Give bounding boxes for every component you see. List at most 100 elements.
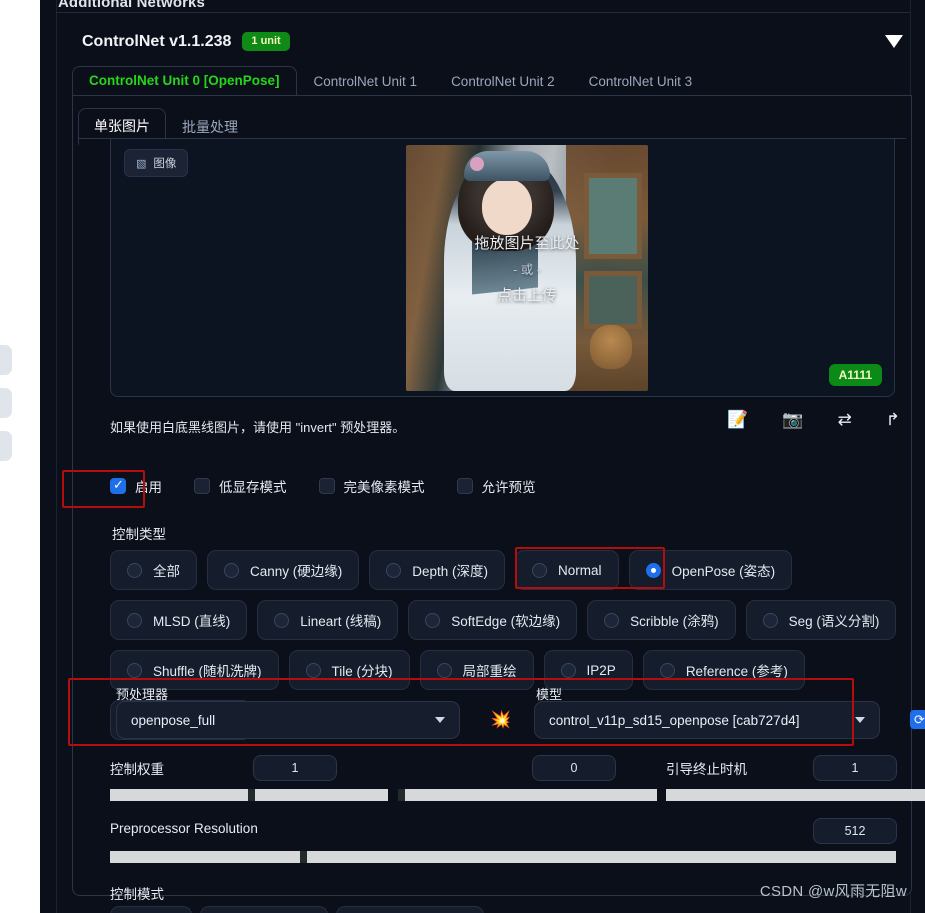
radio-reference[interactable]: Reference (参考) — [642, 650, 805, 690]
checkbox-low-vram-box[interactable] — [194, 478, 210, 494]
controlnet-header: ControlNet v1.1.238 1 unit — [82, 32, 290, 52]
control-weight-slider-fill[interactable] — [110, 789, 248, 801]
model-select[interactable]: control_v11p_sd15_openpose [cab727d4] — [534, 701, 880, 739]
radio-label: Shuffle (随机洗牌) — [153, 664, 262, 679]
preprocessor-value: openpose_full — [131, 712, 216, 728]
edit-note-icon[interactable]: 📝 — [727, 411, 748, 428]
radio-mlsd[interactable]: MLSD (直线) — [110, 600, 248, 640]
checkbox-low-vram-label: 低显存模式 — [219, 480, 287, 495]
control-mode-option-1[interactable] — [110, 906, 192, 913]
edge-tab-3[interactable] — [0, 431, 12, 461]
options-checkbox-row: 启用 低显存模式 完美像素模式 允许预览 — [110, 476, 536, 496]
radio-label: Reference (参考) — [685, 664, 788, 679]
radio-lineart[interactable]: Lineart (线稿) — [257, 600, 399, 640]
explosion-icon[interactable]: 💥 — [490, 710, 511, 730]
checkbox-pixel-perfect-box[interactable] — [318, 478, 335, 494]
radio-dot-icon — [425, 612, 441, 628]
guidance-end-slider-fill[interactable] — [666, 789, 925, 801]
image-chip: ▧ 图像 — [124, 149, 189, 177]
radio-label: Depth (深度) — [412, 564, 489, 579]
control-weight-slider-rest[interactable] — [255, 789, 388, 801]
checkbox-allow-preview-box[interactable] — [456, 478, 473, 494]
edge-tab-2[interactable] — [0, 388, 12, 418]
tab-controlnet-unit-0[interactable]: ControlNet Unit 0 [OpenPose] — [72, 66, 297, 96]
radio-tile[interactable]: Tile (分块) — [288, 650, 410, 690]
radio-label: OpenPose (姿态) — [671, 564, 776, 579]
chevron-down-icon — [435, 717, 445, 723]
invert-hint-row: 如果使用白底黑线图片，请使用 "invert" 预处理器。 📝 📷 ⇄ ↱ — [110, 411, 900, 455]
tab-controlnet-unit-2[interactable]: ControlNet Unit 2 — [434, 67, 572, 96]
checkbox-low-vram[interactable]: 低显存模式 — [194, 476, 287, 496]
checkbox-allow-preview-label: 允许预览 — [481, 480, 536, 495]
swap-arrows-icon[interactable]: ⇄ — [838, 411, 852, 428]
control-mode-label: 控制模式 — [110, 887, 164, 902]
radio-openpose[interactable]: OpenPose (姿态) — [628, 550, 793, 590]
radio-label: MLSD (直线) — [153, 614, 231, 629]
checkbox-allow-preview[interactable]: 允许预览 — [456, 476, 536, 496]
guidance-start-value[interactable]: 0 — [532, 755, 616, 781]
image-drop-area[interactable]: ▧ 图像 拖放图片至此处 - 或 - 点击上传 A1111 — [110, 139, 895, 397]
preprocessor-resolution-slider-rest[interactable] — [307, 851, 896, 863]
radio-label: Normal — [558, 562, 602, 578]
radio-depth[interactable]: Depth (深度) — [369, 550, 506, 590]
unit-tabs-underline — [72, 95, 912, 96]
webui-panel: Additional Networks ControlNet v1.1.238 … — [40, 0, 925, 913]
radio-inpaint[interactable]: 局部重绘 — [419, 650, 534, 690]
refresh-icon[interactable]: ⟳ — [910, 710, 925, 729]
guidance-start-slider-handle[interactable] — [398, 789, 405, 801]
checkbox-pixel-perfect-label: 完美像素模式 — [343, 480, 425, 495]
tab-controlnet-unit-3[interactable]: ControlNet Unit 3 — [572, 67, 710, 96]
invert-hint-text: 如果使用白底黑线图片，请使用 "invert" 预处理器。 — [110, 420, 406, 435]
watermark-text: CSDN @w风雨无阻w — [759, 883, 907, 900]
checkbox-enable[interactable]: 启用 — [110, 476, 162, 496]
radio-label: 全部 — [153, 564, 180, 579]
guidance-end-label: 引导终止时机 — [666, 762, 747, 777]
control-mode-option-2[interactable] — [200, 906, 328, 913]
control-mode-option-3[interactable] — [336, 906, 484, 913]
radio-dot-icon — [386, 562, 402, 578]
radio-label: Scribble (涂鸦) — [630, 614, 719, 629]
screenshot-root: Additional Networks ControlNet v1.1.238 … — [0, 0, 925, 913]
checkbox-enable-box[interactable] — [110, 477, 126, 494]
radio-dot-icon — [127, 662, 142, 678]
guidance-end-value[interactable]: 1 — [813, 755, 897, 781]
radio-canny[interactable]: Canny (硬边缘) — [207, 550, 360, 590]
radio-label: 局部重绘 — [462, 664, 517, 679]
radio-label: Seg (语义分割) — [788, 614, 880, 629]
preprocessor-resolution-slider-fill[interactable] — [110, 851, 300, 863]
radio-dot-icon — [436, 662, 452, 678]
radio-dot-icon — [224, 562, 239, 578]
browser-left-strip — [0, 0, 40, 913]
preprocessor-select[interactable]: openpose_full — [116, 701, 460, 739]
chevron-down-icon[interactable] — [885, 35, 903, 48]
radio-normal[interactable]: Normal — [515, 550, 619, 590]
control-weight-value[interactable]: 1 — [253, 755, 337, 781]
radio-dot-icon — [305, 662, 321, 678]
radio-scribble[interactable]: Scribble (涂鸦) — [587, 600, 736, 640]
tab-controlnet-unit-1[interactable]: ControlNet Unit 1 — [297, 67, 435, 96]
drop-hint-upload[interactable]: 点击上传 — [497, 284, 557, 305]
radio-label: Canny (硬边缘) — [250, 564, 343, 579]
radio-seg[interactable]: Seg (语义分割) — [745, 600, 897, 640]
image-icon: ▧ — [136, 157, 147, 170]
radio-softedge[interactable]: SoftEdge (软边缘) — [408, 600, 578, 640]
guidance-start-slider-rest[interactable] — [405, 789, 657, 801]
edge-tab-1[interactable] — [0, 345, 12, 375]
controlnet-title: ControlNet v1.1.238 — [82, 32, 232, 50]
panel-guide-left — [56, 0, 57, 913]
radio-label: Lineart (线稿) — [300, 614, 382, 629]
camera-icon[interactable]: 📷 — [782, 411, 803, 428]
arrow-turn-icon[interactable]: ↱ — [886, 411, 900, 428]
radio-label: SoftEdge (软边缘) — [451, 614, 561, 629]
checkbox-pixel-perfect[interactable]: 完美像素模式 — [318, 476, 425, 496]
preprocessor-resolution-slider-handle[interactable] — [300, 851, 307, 863]
drop-hint-overlay: 拖放图片至此处 - 或 - 点击上传 — [406, 145, 648, 391]
preprocessor-resolution-value[interactable]: 512 — [813, 818, 897, 844]
unit-count-badge: 1 unit — [242, 32, 290, 52]
section-divider — [56, 12, 910, 13]
radio-dot-icon — [274, 612, 290, 628]
radio-all[interactable]: 全部 — [110, 550, 197, 590]
uploaded-image-preview[interactable]: 拖放图片至此处 - 或 - 点击上传 — [406, 145, 648, 391]
preprocessor-resolution-label: Preprocessor Resolution — [110, 821, 258, 836]
control-weight-slider-handle[interactable] — [248, 789, 255, 801]
